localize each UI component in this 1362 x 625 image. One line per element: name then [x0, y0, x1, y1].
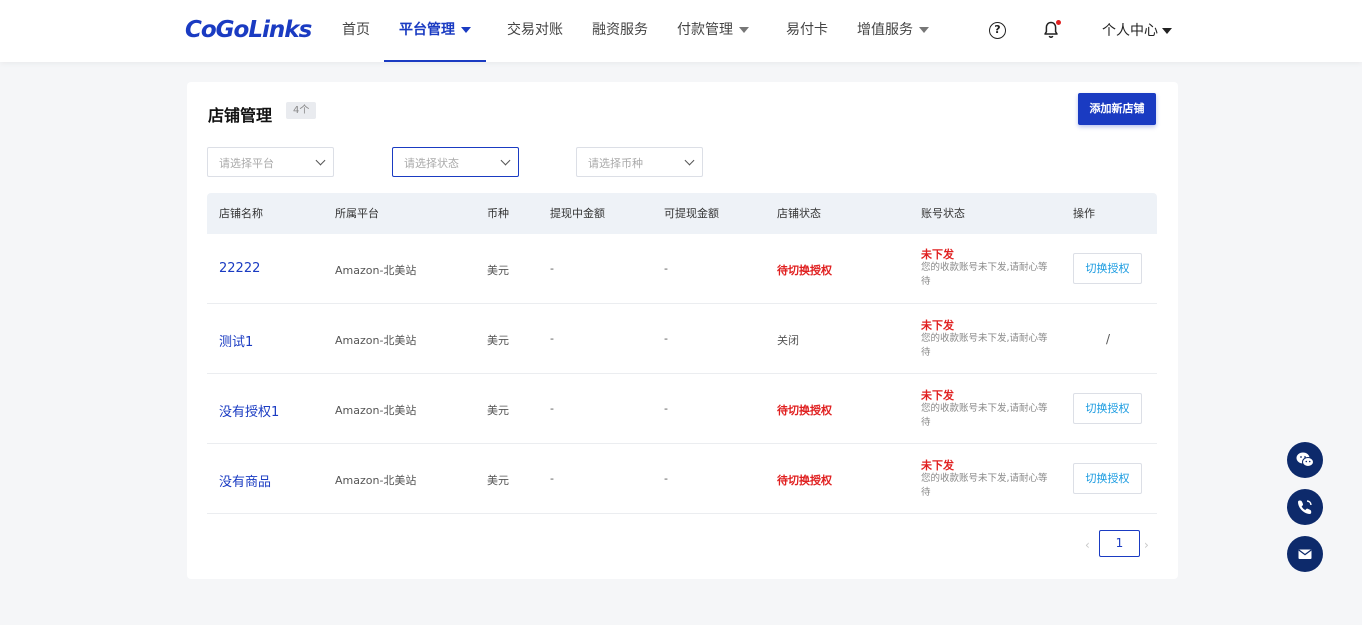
profile-menu[interactable]: 个人中心: [1102, 0, 1172, 62]
table-row: 没有授权1 Amazon-北美站 美元 - - 待切换授权 未下发 您的收款账号…: [207, 374, 1157, 444]
col-platform: 所属平台: [335, 207, 379, 220]
no-action-cell: /: [1106, 332, 1111, 346]
phone-float-button[interactable]: [1287, 489, 1323, 525]
col-withdrawing-amount: 提现中金额: [550, 207, 605, 220]
caret-down-icon: [461, 27, 471, 33]
store-status-cell: 待切换授权: [777, 404, 832, 417]
col-currency: 币种: [487, 207, 509, 220]
store-status-cell: 关闭: [777, 334, 799, 347]
cogolinks-logo[interactable]: CoGoLinks: [185, 17, 312, 43]
wechat-icon: [1296, 452, 1314, 467]
nav-value-added-services[interactable]: 增值服务: [857, 0, 929, 62]
page-title: 店铺管理: [208, 106, 273, 125]
store-status-cell: 待切换授权: [777, 264, 832, 277]
withdrawing-cell: -: [550, 262, 554, 275]
wechat-float-button[interactable]: [1287, 442, 1323, 478]
pagination-next-button[interactable]: ›: [1144, 538, 1149, 552]
caret-down-icon: [1162, 28, 1172, 34]
withdrawing-cell: -: [550, 402, 554, 415]
withdrawable-cell: -: [664, 332, 668, 345]
account-status-desc: 您的收款账号未下发,请耐心等待: [921, 473, 1048, 498]
account-status-desc: 您的收款账号未下发,请耐心等待: [921, 403, 1048, 428]
col-account-status: 账号状态: [921, 207, 965, 220]
table-row: 22222 Amazon-北美站 美元 - - 待切换授权 未下发 您的收款账号…: [207, 234, 1157, 304]
pagination-page-1[interactable]: 1: [1099, 530, 1140, 557]
account-status-title: 未下发: [921, 248, 954, 261]
switch-auth-button[interactable]: 切换授权: [1073, 253, 1142, 284]
account-status-desc: 您的收款账号未下发,请耐心等待: [921, 333, 1048, 358]
col-actions: 操作: [1073, 207, 1095, 220]
caret-down-icon: [919, 27, 929, 33]
caret-down-icon: [739, 27, 749, 33]
platform-cell: Amazon-北美站: [335, 474, 417, 487]
withdrawing-cell: -: [550, 472, 554, 485]
question-circle-icon[interactable]: ?: [989, 22, 1006, 39]
store-management-card: 店铺管理 4个 添加新店铺 请选择平台 请选择状态 请选择币种 店铺名称 所属平…: [187, 82, 1178, 579]
pagination-prev-button[interactable]: ‹: [1085, 538, 1090, 552]
platform-select[interactable]: 请选择平台: [207, 147, 334, 177]
col-store-name: 店铺名称: [219, 207, 263, 220]
store-status-cell: 待切换授权: [777, 474, 832, 487]
mail-icon: [1298, 549, 1312, 559]
currency-select[interactable]: 请选择币种: [576, 147, 703, 177]
nav-transaction-reconciliation[interactable]: 交易对账: [507, 0, 563, 62]
withdrawable-cell: -: [664, 472, 668, 485]
status-select[interactable]: 请选择状态: [392, 147, 519, 177]
chevron-down-icon: [500, 155, 511, 166]
currency-cell: 美元: [487, 404, 509, 417]
currency-cell: 美元: [487, 334, 509, 347]
col-withdrawable-amount: 可提现金额: [664, 207, 719, 220]
chevron-down-icon: [315, 155, 326, 166]
nav-home[interactable]: 首页: [342, 0, 370, 62]
phone-icon: [1298, 500, 1312, 514]
platform-cell: Amazon-北美站: [335, 264, 417, 277]
store-name-link[interactable]: 没有授权1: [219, 401, 279, 420]
table-row: 没有商品 Amazon-北美站 美元 - - 待切换授权 未下发 您的收款账号未…: [207, 444, 1157, 514]
mail-float-button[interactable]: [1287, 536, 1323, 572]
nav-yifu-card[interactable]: 易付卡: [786, 0, 828, 62]
notification-dot: [1056, 20, 1061, 25]
account-status-title: 未下发: [921, 389, 954, 402]
nav-platform-management[interactable]: 平台管理: [384, 0, 486, 62]
withdrawable-cell: -: [664, 402, 668, 415]
platform-cell: Amazon-北美站: [335, 334, 417, 347]
platform-cell: Amazon-北美站: [335, 404, 417, 417]
nav-financing-services[interactable]: 融资服务: [592, 0, 648, 62]
withdrawing-cell: -: [550, 332, 554, 345]
store-name-link[interactable]: 22222: [219, 261, 260, 276]
store-count-badge: 4个: [286, 102, 317, 119]
table-header: 店铺名称 所属平台 币种 提现中金额 可提现金额 店铺状态 账号状态 操作: [207, 193, 1157, 234]
currency-cell: 美元: [487, 264, 509, 277]
col-store-status: 店铺状态: [777, 207, 821, 220]
add-store-button[interactable]: 添加新店铺: [1078, 93, 1156, 125]
store-name-link[interactable]: 没有商品: [219, 471, 271, 490]
account-status-title: 未下发: [921, 319, 954, 332]
account-status-title: 未下发: [921, 459, 954, 472]
withdrawable-cell: -: [664, 262, 668, 275]
store-name-link[interactable]: 测试1: [219, 331, 253, 350]
chevron-down-icon: [684, 155, 695, 166]
nav-payment-management[interactable]: 付款管理: [677, 0, 749, 62]
table-row: 测试1 Amazon-北美站 美元 - - 关闭 未下发 您的收款账号未下发,请…: [207, 304, 1157, 374]
account-status-desc: 您的收款账号未下发,请耐心等待: [921, 262, 1048, 287]
currency-cell: 美元: [487, 474, 509, 487]
switch-auth-button[interactable]: 切换授权: [1073, 463, 1142, 494]
switch-auth-button[interactable]: 切换授权: [1073, 393, 1142, 424]
top-navbar: CoGoLinks 首页 平台管理 交易对账 融资服务 付款管理 易付卡 增值服…: [0, 0, 1362, 62]
